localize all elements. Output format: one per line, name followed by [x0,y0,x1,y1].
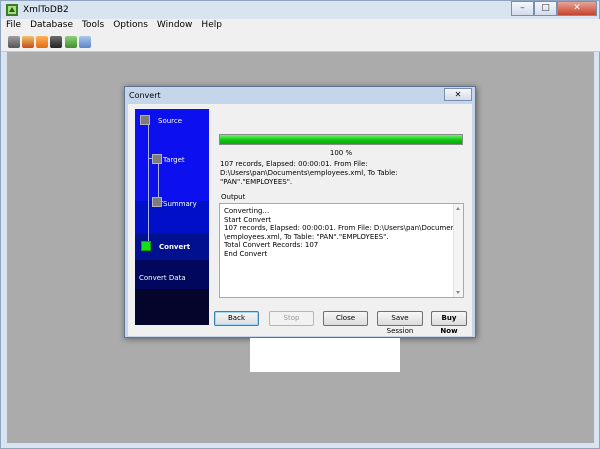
back-button[interactable]: Back [214,311,259,326]
step-summary-label[interactable]: Summary [163,200,197,208]
app-title: XmlToDB2 [23,5,69,15]
output-scrollbar[interactable] [453,204,463,297]
output-line: Start Convert [224,215,272,224]
home-icon[interactable] [8,36,20,48]
scroll-down-icon[interactable] [456,291,460,294]
step-convert-label[interactable]: Convert [159,243,190,251]
status-line-1: 107 records, Elapsed: 00:00:01. From Fil… [220,160,368,168]
menu-options[interactable]: Options [108,19,152,30]
step-target-label[interactable]: Target [163,156,185,164]
step-target-marker [152,154,162,164]
step-summary-marker [152,197,162,207]
step-source-marker [140,115,150,125]
dialog-title: Convert [129,91,161,100]
toolbar [1,33,600,52]
menu-file[interactable]: File [1,19,25,30]
wizard-icon[interactable] [22,36,34,48]
sidebar-caption: Convert Data [139,274,186,282]
output-label: Output [221,193,246,201]
dialog-close-button[interactable]: ✕ [444,88,472,101]
output-textarea[interactable]: Converting... Start Convert 107 records,… [219,203,464,298]
wizard-sidebar: Source Target Summary Convert Convert Da… [135,109,209,325]
buy-now-button[interactable]: Buy Now [431,311,467,335]
output-line: \employees.xml, To Table: "PAN"."EMPLOYE… [224,232,389,241]
dialog-body: Source Target Summary Convert Convert Da… [128,104,472,336]
menu-database[interactable]: Database [25,19,77,30]
output-line: Total Convert Records: 107 [224,241,319,249]
app-icon [6,4,18,16]
close-window-button[interactable]: ✕ [557,1,597,16]
progress-bar [219,134,463,145]
output-line: 107 records, Elapsed: 00:00:01. From Fil… [224,224,462,232]
output-line: Converting... [224,207,270,215]
menu-bar: File Database Tools Options Window Help [1,19,600,33]
status-info: 107 records, Elapsed: 00:00:01. From Fil… [220,160,470,187]
save-session-button[interactable]: Save Session [377,311,423,335]
export-icon[interactable] [65,36,77,48]
convert-dialog: Convert ✕ Source Target Summary Convert … [124,86,476,338]
menu-window[interactable]: Window [152,19,197,30]
progress-fill [220,135,462,144]
minimize-button[interactable]: – [511,1,534,16]
blank-panel [250,338,400,372]
progress-percent: 100 % [329,149,353,157]
grid-icon[interactable] [79,36,91,48]
output-line: End Convert [224,249,268,258]
menu-tools[interactable]: Tools [77,19,108,30]
scroll-up-icon[interactable] [456,207,460,210]
step-convert-marker [141,241,151,251]
step-source-label[interactable]: Source [158,117,182,125]
table-icon[interactable] [36,36,48,48]
title-bar: XmlToDB2 – □ ✕ [1,1,600,19]
maximize-button[interactable]: □ [534,1,557,16]
menu-help[interactable]: Help [196,19,226,30]
status-line-2: D:\Users\pan\Documents\employees.xml, To… [220,169,398,186]
close-button[interactable]: Close [323,311,368,326]
stop-button[interactable]: Stop [269,311,314,326]
script-icon[interactable] [50,36,62,48]
button-row: Back Stop Close Save Session Buy Now [128,311,472,335]
